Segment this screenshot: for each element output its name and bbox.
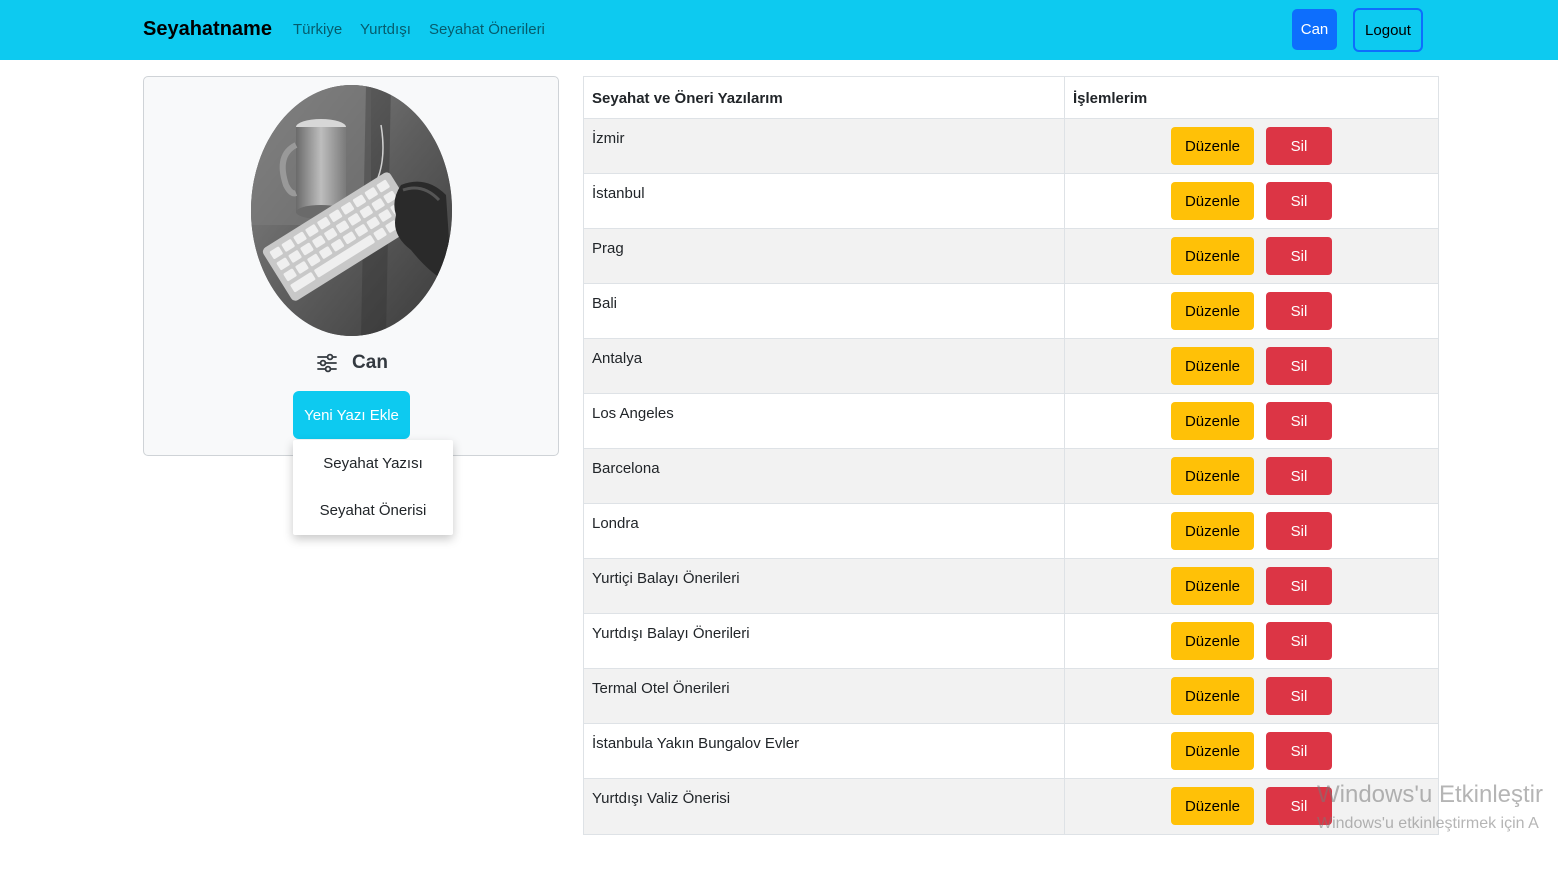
post-title: Prag — [584, 229, 1065, 283]
nav-link-turkiye[interactable]: Türkiye — [293, 21, 342, 38]
post-title: Los Angeles — [584, 394, 1065, 448]
delete-button[interactable]: Sil — [1266, 127, 1332, 165]
table-row: Barcelona Düzenle Sil — [584, 449, 1438, 504]
table-row: Yurtdışı Balayı Önerileri Düzenle Sil — [584, 614, 1438, 669]
edit-button[interactable]: Düzenle — [1171, 622, 1254, 660]
brand-logo[interactable]: Seyahatname — [143, 18, 272, 41]
delete-button[interactable]: Sil — [1266, 292, 1332, 330]
delete-button[interactable]: Sil — [1266, 512, 1332, 550]
table-row: Londra Düzenle Sil — [584, 504, 1438, 559]
table-row: Antalya Düzenle Sil — [584, 339, 1438, 394]
post-actions: Düzenle Sil — [1065, 724, 1438, 778]
table-row: Yurtdışı Valiz Önerisi Düzenle Sil — [584, 779, 1438, 834]
post-title: Yurtdışı Balayı Önerileri — [584, 614, 1065, 668]
edit-button[interactable]: Düzenle — [1171, 127, 1254, 165]
user-profile-button[interactable]: Can — [1292, 9, 1337, 50]
add-post-dropdown: Seyahat Yazısı Seyahat Önerisi — [293, 440, 453, 535]
post-title: Bali — [584, 284, 1065, 338]
delete-button[interactable]: Sil — [1266, 402, 1332, 440]
edit-button[interactable]: Düzenle — [1171, 677, 1254, 715]
table-row: Termal Otel Önerileri Düzenle Sil — [584, 669, 1438, 724]
delete-button[interactable]: Sil — [1266, 457, 1332, 495]
post-title: İstanbul — [584, 174, 1065, 228]
table-row: İstanbula Yakın Bungalov Evler Düzenle Sil — [584, 724, 1438, 779]
table-row: Los Angeles Düzenle Sil — [584, 394, 1438, 449]
header-actions: İşlemlerim — [1073, 90, 1148, 107]
logout-button[interactable]: Logout — [1353, 8, 1423, 52]
post-actions: Düzenle Sil — [1065, 284, 1438, 338]
edit-button[interactable]: Düzenle — [1171, 567, 1254, 605]
post-actions: Düzenle Sil — [1065, 339, 1438, 393]
add-post-button[interactable]: Yeni Yazı Ekle — [293, 391, 410, 439]
edit-button[interactable]: Düzenle — [1171, 732, 1254, 770]
delete-button[interactable]: Sil — [1266, 677, 1332, 715]
delete-button[interactable]: Sil — [1266, 182, 1332, 220]
delete-button[interactable]: Sil — [1266, 732, 1332, 770]
posts-table: Seyahat ve Öneri Yazılarım İşlemlerim İz… — [583, 76, 1439, 835]
delete-button[interactable]: Sil — [1266, 567, 1332, 605]
edit-button[interactable]: Düzenle — [1171, 512, 1254, 550]
post-actions: Düzenle Sil — [1065, 669, 1438, 723]
table-row: Yurtiçi Balayı Önerileri Düzenle Sil — [584, 559, 1438, 614]
post-title: Yurtiçi Balayı Önerileri — [584, 559, 1065, 613]
post-title: Termal Otel Önerileri — [584, 669, 1065, 723]
profile-card: Can Yeni Yazı Ekle — [143, 76, 559, 456]
table-row: İzmir Düzenle Sil — [584, 119, 1438, 174]
sliders-icon[interactable] — [316, 353, 338, 373]
edit-button[interactable]: Düzenle — [1171, 402, 1254, 440]
delete-button[interactable]: Sil — [1266, 237, 1332, 275]
dropdown-item-seyahat-yazisi[interactable]: Seyahat Yazısı — [293, 440, 453, 487]
table-row: İstanbul Düzenle Sil — [584, 174, 1438, 229]
post-actions: Düzenle Sil — [1065, 119, 1438, 173]
edit-button[interactable]: Düzenle — [1171, 292, 1254, 330]
post-actions: Düzenle Sil — [1065, 559, 1438, 613]
activation-watermark-title: Windows'u Etkinleştir — [1317, 781, 1543, 808]
edit-button[interactable]: Düzenle — [1171, 237, 1254, 275]
avatar — [251, 85, 452, 336]
header-posts: Seyahat ve Öneri Yazılarım — [584, 77, 1065, 118]
navbar: Seyahatname Türkiye Yurtdışı Seyahat Öne… — [0, 0, 1558, 60]
activation-watermark-subtitle: Windows'u etkinleştirmek için A — [1317, 815, 1539, 832]
post-actions: Düzenle Sil — [1065, 614, 1438, 668]
table-row: Bali Düzenle Sil — [584, 284, 1438, 339]
table-header: Seyahat ve Öneri Yazılarım İşlemlerim — [584, 77, 1438, 119]
post-title: İstanbula Yakın Bungalov Evler — [584, 724, 1065, 778]
edit-button[interactable]: Düzenle — [1171, 182, 1254, 220]
post-actions: Düzenle Sil — [1065, 394, 1438, 448]
post-actions: Düzenle Sil — [1065, 229, 1438, 283]
post-actions: Düzenle Sil — [1065, 504, 1438, 558]
post-actions: Düzenle Sil — [1065, 174, 1438, 228]
nav-link-seyahat-onerileri[interactable]: Seyahat Önerileri — [429, 21, 545, 38]
edit-button[interactable]: Düzenle — [1171, 347, 1254, 385]
post-title: Yurtdışı Valiz Önerisi — [584, 779, 1065, 834]
table-row: Prag Düzenle Sil — [584, 229, 1438, 284]
profile-name: Can — [352, 352, 388, 373]
post-title: İzmir — [584, 119, 1065, 173]
edit-button[interactable]: Düzenle — [1171, 457, 1254, 495]
delete-button[interactable]: Sil — [1266, 347, 1332, 385]
post-title: Barcelona — [584, 449, 1065, 503]
post-title: Antalya — [584, 339, 1065, 393]
dropdown-item-seyahat-onerisi[interactable]: Seyahat Önerisi — [293, 487, 453, 534]
delete-button[interactable]: Sil — [1266, 622, 1332, 660]
post-title: Londra — [584, 504, 1065, 558]
profile-name-row: Can — [144, 352, 560, 374]
nav-link-yurtdisi[interactable]: Yurtdışı — [360, 21, 411, 38]
post-actions: Düzenle Sil — [1065, 449, 1438, 503]
table-body: İzmir Düzenle Sil İstanbul Düzenle Sil Prag Düz… — [584, 119, 1438, 834]
edit-button[interactable]: Düzenle — [1171, 787, 1254, 825]
